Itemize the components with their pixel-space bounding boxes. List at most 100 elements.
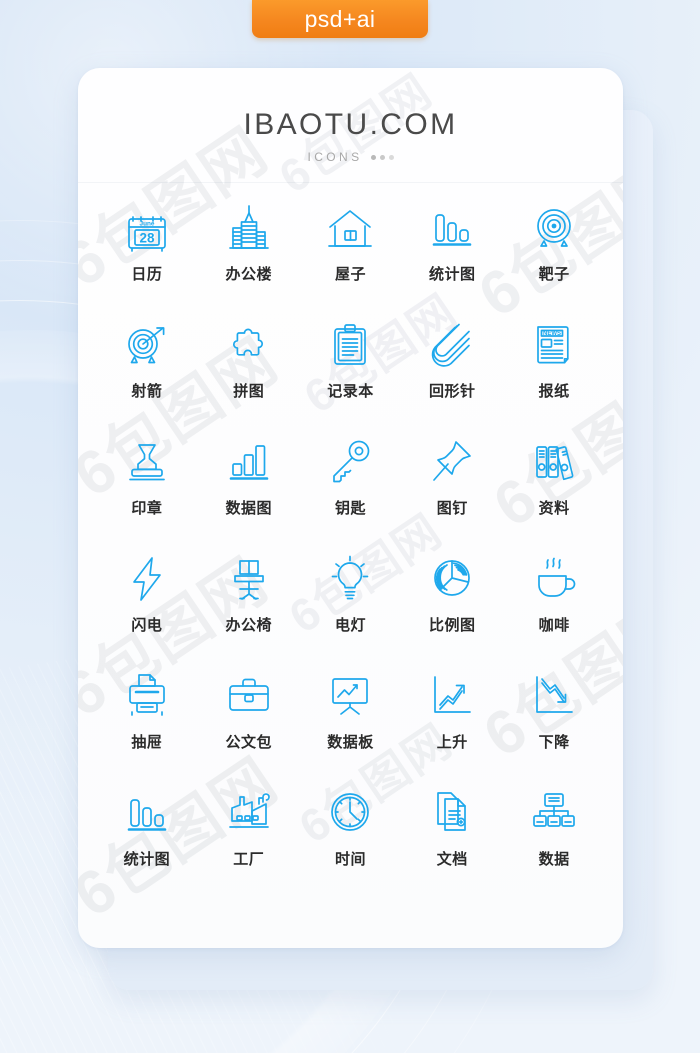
icon-cell[interactable]: 数据图 — [198, 424, 300, 541]
icon-label: 钥匙 — [334, 500, 366, 517]
pie-chart-icon[interactable] — [426, 553, 478, 605]
icon-label: 记录本 — [327, 383, 374, 400]
target-icon[interactable] — [528, 202, 580, 254]
psd-ai-badge: psd+ai — [252, 0, 428, 38]
org-chart-data-icon[interactable] — [528, 787, 580, 839]
subtitle-label: ICONS — [307, 150, 363, 164]
dot-icon — [379, 154, 385, 160]
icon-label: 时间 — [334, 851, 366, 868]
icon-cell[interactable]: 统计图 — [96, 775, 198, 892]
paperclip-icon[interactable] — [426, 319, 478, 371]
icon-cell[interactable]: 数据板 — [300, 658, 402, 775]
icon-cell[interactable]: 靶子 — [503, 190, 605, 307]
icon-cell[interactable]: 公文包 — [198, 658, 300, 775]
icon-label: 拼图 — [233, 383, 265, 400]
clipboard-icon[interactable] — [324, 319, 376, 371]
light-bulb-icon[interactable] — [324, 553, 376, 605]
card-header: IBAOTU.COM ICONS — [78, 68, 623, 164]
office-building-icon[interactable] — [223, 202, 275, 254]
icon-cell[interactable]: 图钉 — [401, 424, 503, 541]
icon-label: 数据板 — [327, 734, 374, 751]
printer-icon[interactable] — [121, 670, 173, 722]
icon-cell[interactable]: 闪电 — [96, 541, 198, 658]
icon-cell[interactable]: 工厂 — [198, 775, 300, 892]
icon-cell[interactable]: 回形针 — [401, 307, 503, 424]
lightning-bolt-icon[interactable] — [121, 553, 173, 605]
icon-label: 闪电 — [131, 617, 163, 634]
icon-label: 印章 — [131, 500, 163, 517]
icon-label: 文档 — [436, 851, 468, 868]
icon-cell[interactable]: 屋子 — [300, 190, 402, 307]
dots-decoration — [370, 154, 394, 160]
icon-label: 上升 — [436, 734, 468, 751]
office-chair-icon[interactable] — [223, 553, 275, 605]
calendar-icon[interactable]: June 28 — [121, 202, 173, 254]
icon-cell[interactable]: 文档 — [401, 775, 503, 892]
icon-cell[interactable]: 数据 — [503, 775, 605, 892]
svg-text:NEWS: NEWS — [543, 331, 561, 337]
icon-cell[interactable]: 时间 — [300, 775, 402, 892]
icon-cell[interactable]: 印章 — [96, 424, 198, 541]
icon-cell[interactable]: 射箭 — [96, 307, 198, 424]
clock-icon[interactable] — [324, 787, 376, 839]
icon-label: 射箭 — [131, 383, 163, 400]
icon-label: 咖啡 — [538, 617, 570, 634]
icon-label: 工厂 — [233, 851, 265, 868]
trend-up-icon[interactable] — [426, 670, 478, 722]
icon-cell[interactable]: 拼图 — [198, 307, 300, 424]
data-bar-chart-icon[interactable] — [223, 436, 275, 488]
trend-down-icon[interactable] — [528, 670, 580, 722]
presentation-board-icon[interactable] — [324, 670, 376, 722]
key-icon[interactable] — [324, 436, 376, 488]
icon-cell[interactable]: 办公椅 — [198, 541, 300, 658]
archery-target-arrow-icon[interactable] — [121, 319, 173, 371]
pushpin-icon[interactable] — [426, 436, 478, 488]
bar-chart-icon[interactable] — [426, 202, 478, 254]
icon-label: 数据图 — [225, 500, 272, 517]
icon-cell[interactable]: 上升 — [401, 658, 503, 775]
subtitle-row: ICONS — [78, 150, 623, 164]
icon-set-card: 6包图网 6包图网 6包图网 6包图网 6包图网 6包图网 6包图网 6包图网 6包图网 6包图网… — [78, 68, 623, 948]
house-icon[interactable] — [324, 202, 376, 254]
icon-cell[interactable]: NEWS 报纸 — [503, 307, 605, 424]
icon-cell[interactable]: 记录本 — [300, 307, 402, 424]
icon-label: 图钉 — [436, 500, 468, 517]
icon-cell[interactable]: 钥匙 — [300, 424, 402, 541]
binders-icon[interactable] — [528, 436, 580, 488]
icon-cell[interactable]: 咖啡 — [503, 541, 605, 658]
icon-cell[interactable]: 资料 — [503, 424, 605, 541]
icon-label: 比例图 — [429, 617, 476, 634]
bar-chart-icon[interactable] — [121, 787, 173, 839]
icon-cell[interactable]: June 28 日历 — [96, 190, 198, 307]
icon-label: 公文包 — [225, 734, 272, 751]
newspaper-icon[interactable]: NEWS — [528, 319, 580, 371]
icon-label: 日历 — [131, 266, 163, 283]
icon-label: 办公楼 — [225, 266, 272, 283]
icon-cell[interactable]: 电灯 — [300, 541, 402, 658]
icon-label: 报纸 — [538, 383, 570, 400]
dot-icon — [388, 154, 394, 160]
header-divider — [78, 182, 623, 183]
icon-label: 办公椅 — [225, 617, 272, 634]
icon-cell[interactable]: 统计图 — [401, 190, 503, 307]
icon-label: 下降 — [538, 734, 570, 751]
coffee-cup-icon[interactable] — [528, 553, 580, 605]
factory-icon[interactable] — [223, 787, 275, 839]
icon-cell[interactable]: 办公楼 — [198, 190, 300, 307]
icon-label: 屋子 — [334, 266, 366, 283]
svg-text:June: June — [139, 220, 154, 227]
icon-cell[interactable]: 比例图 — [401, 541, 503, 658]
stamp-icon[interactable] — [121, 436, 173, 488]
icon-grid: June 28 日历 办公楼 屋子 统计图 靶子 射箭 拼图 记录本 回形针 N… — [78, 190, 623, 892]
document-icon[interactable] — [426, 787, 478, 839]
puzzle-piece-icon[interactable] — [223, 319, 275, 371]
page-title: IBAOTU.COM — [243, 108, 458, 141]
dot-icon — [370, 154, 376, 160]
briefcase-icon[interactable] — [223, 670, 275, 722]
icon-label: 回形针 — [429, 383, 476, 400]
icon-cell[interactable]: 下降 — [503, 658, 605, 775]
icon-label: 抽屉 — [131, 734, 163, 751]
icon-label: 数据 — [538, 851, 570, 868]
icon-cell[interactable]: 抽屉 — [96, 658, 198, 775]
icon-label: 统计图 — [429, 266, 476, 283]
